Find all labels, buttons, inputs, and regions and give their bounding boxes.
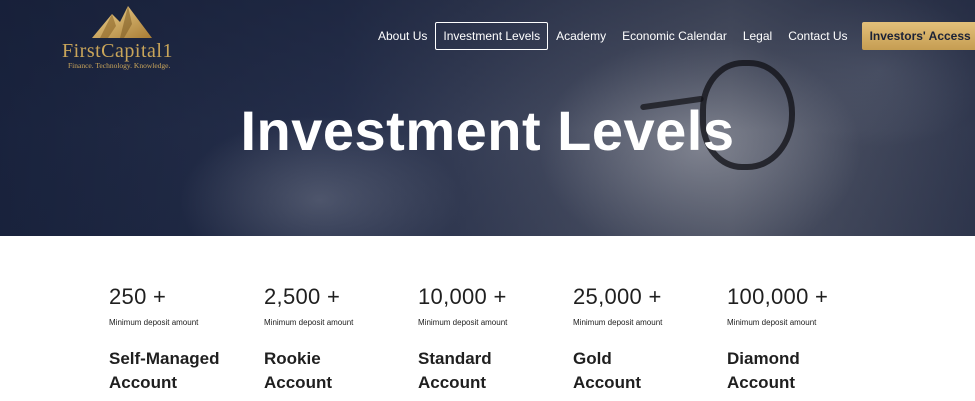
level-name-line1: Diamond <box>727 349 800 368</box>
level-card-rookie: 2,500 + Minimum deposit amount Rookie Ac… <box>264 284 414 395</box>
nav-academy[interactable]: Academy <box>548 22 614 50</box>
level-name-line1: Self-Managed <box>109 349 220 368</box>
nav-legal[interactable]: Legal <box>735 22 780 50</box>
level-name-line2: Account <box>573 373 641 392</box>
site-logo[interactable]: FirstCapital1 Finance. Technology. Knowl… <box>60 4 190 70</box>
level-name: Rookie Account <box>264 347 414 395</box>
level-card-standard: 10,000 + Minimum deposit amount Standard… <box>418 284 568 395</box>
level-name: Standard Account <box>418 347 568 395</box>
nav-economic-calendar[interactable]: Economic Calendar <box>614 22 735 50</box>
level-name-line2: Account <box>418 373 486 392</box>
level-amount-caption: Minimum deposit amount <box>573 318 663 327</box>
hero-banner: FirstCapital1 Finance. Technology. Knowl… <box>0 0 975 236</box>
level-card-self-managed: 250 + Minimum deposit amount Self-Manage… <box>109 284 259 395</box>
main-navigation: About Us Investment Levels Academy Econo… <box>370 22 975 50</box>
level-name: Diamond Account <box>727 347 877 395</box>
level-amount-caption: Minimum deposit amount <box>727 318 817 327</box>
level-amount: 250 + <box>109 284 167 309</box>
level-amount-caption: Minimum deposit amount <box>109 318 199 327</box>
level-amount-caption: Minimum deposit amount <box>264 318 354 327</box>
mountain-logo-icon <box>92 6 152 38</box>
level-amount-caption: Minimum deposit amount <box>418 318 508 327</box>
logo-tagline: Finance. Technology. Knowledge. <box>68 61 171 70</box>
level-name: Self-Managed Account <box>109 347 259 395</box>
level-amount: 10,000 + <box>418 284 507 309</box>
level-amount: 25,000 + <box>573 284 662 309</box>
level-name-line2: Account <box>727 373 795 392</box>
nav-contact-us[interactable]: Contact Us <box>780 22 855 50</box>
level-amount: 2,500 + <box>264 284 341 309</box>
level-name-line1: Rookie <box>264 349 321 368</box>
investors-access-button[interactable]: Investors' Access <box>861 22 975 50</box>
investment-levels-list: 250 + Minimum deposit amount Self-Manage… <box>0 236 975 401</box>
nav-investment-levels[interactable]: Investment Levels <box>435 22 549 50</box>
level-name-line1: Gold <box>573 349 612 368</box>
level-name-line2: Account <box>264 373 332 392</box>
level-name-line2: Account <box>109 373 177 392</box>
level-amount: 100,000 + <box>727 284 829 309</box>
page-title: Investment Levels <box>240 99 735 162</box>
level-card-gold: 25,000 + Minimum deposit amount Gold Acc… <box>573 284 723 395</box>
logo-wordmark: FirstCapital1 <box>62 40 173 62</box>
level-card-diamond: 100,000 + Minimum deposit amount Diamond… <box>727 284 877 395</box>
level-name: Gold Account <box>573 347 723 395</box>
nav-about-us[interactable]: About Us <box>370 22 435 50</box>
level-name-line1: Standard <box>418 349 492 368</box>
